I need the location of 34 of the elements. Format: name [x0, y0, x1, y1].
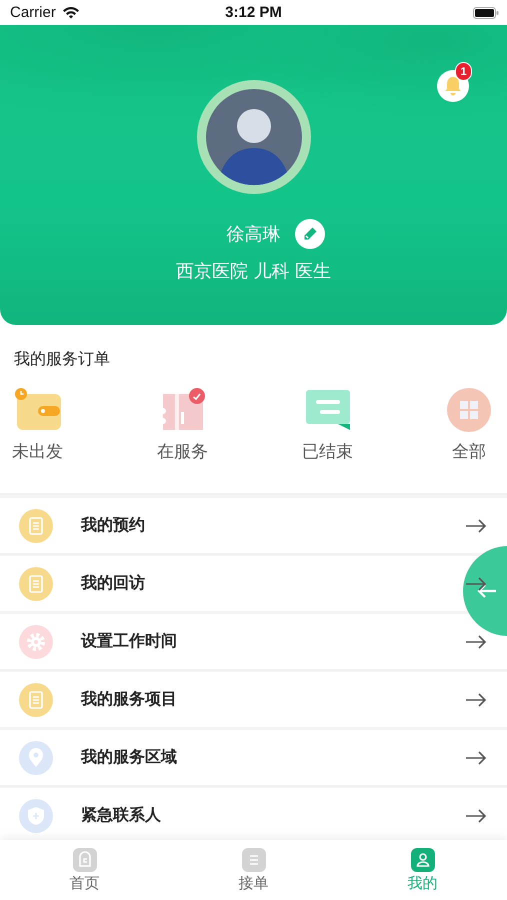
list-icon	[242, 848, 266, 872]
back-arrow-overlay[interactable]	[463, 546, 507, 636]
menu-row[interactable]: 我的服务项目	[0, 672, 507, 727]
section-title: 我的服务订单	[14, 349, 110, 370]
wifi-icon	[62, 6, 80, 19]
battery-icon	[473, 6, 499, 18]
status-time: 3:12 PM	[225, 4, 282, 21]
arrow-right-icon	[465, 750, 487, 764]
menu-row[interactable]: 我的服务区域	[0, 730, 507, 785]
tab-item[interactable]: 首页	[0, 840, 169, 900]
doctor-name: 徐高琳	[226, 223, 280, 246]
order-status-item[interactable]: 未出发	[12, 388, 63, 474]
arrow-right-icon	[465, 576, 487, 590]
menu-row[interactable]: 设置工作时间	[0, 614, 507, 669]
home-icon	[72, 848, 96, 872]
doctor-info: 西京医院 儿科 医生	[176, 260, 332, 283]
message-icon	[304, 388, 352, 432]
menu-row[interactable]: 我的预约	[0, 498, 507, 553]
person-icon	[410, 848, 434, 872]
arrow-right-icon	[465, 808, 487, 822]
tab-item[interactable]: 接单	[169, 840, 338, 900]
carrier-label: Carrier	[10, 4, 56, 21]
avatar-icon	[196, 80, 310, 194]
order-status-item[interactable]: 全部	[447, 388, 491, 474]
notification-badge: 1	[455, 62, 472, 81]
arrow-right-icon	[465, 634, 487, 648]
menu-row[interactable]: 紧急联系人	[0, 788, 507, 840]
wallet-icon	[14, 388, 62, 432]
order-status-item[interactable]: 已结束	[302, 388, 353, 474]
edit-icon[interactable]	[294, 219, 324, 249]
arrow-right-icon	[465, 518, 487, 532]
arrow-right-icon	[465, 692, 487, 706]
order-status-item[interactable]: 在服务	[157, 388, 208, 474]
grid-icon	[447, 388, 491, 432]
